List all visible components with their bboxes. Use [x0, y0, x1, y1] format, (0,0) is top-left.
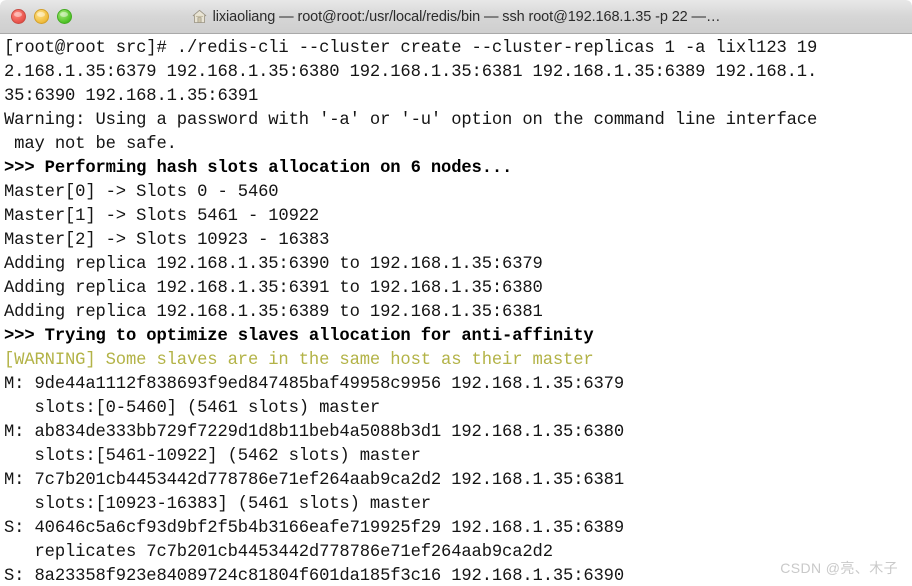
- title-bar-center: lixiaoliang — root@root:/usr/local/redis…: [0, 0, 912, 33]
- terminal-line: >>> Trying to optimize slaves allocation…: [4, 327, 594, 346]
- terminal-line: slots:[10923-16383] (5461 slots) master: [4, 495, 431, 514]
- maximize-window-button[interactable]: [57, 9, 72, 24]
- terminal-line: may not be safe.: [4, 135, 177, 154]
- terminal-line: Adding replica 192.168.1.35:6389 to 192.…: [4, 303, 543, 322]
- terminal-line: Adding replica 192.168.1.35:6390 to 192.…: [4, 255, 543, 274]
- terminal-line: slots:[0-5460] (5461 slots) master: [4, 399, 381, 418]
- terminal-line: [WARNING] Some slaves are in the same ho…: [4, 351, 594, 370]
- csdn-watermark: CSDN @亮、木子: [780, 560, 898, 576]
- terminal-window: lixiaoliang — root@root:/usr/local/redis…: [0, 0, 912, 586]
- terminal-output[interactable]: [root@root src]# ./redis-cli --cluster c…: [0, 34, 912, 586]
- terminal-line: Master[1] -> Slots 5461 - 10922: [4, 207, 320, 226]
- terminal-line: >>> Performing hash slots allocation on …: [4, 159, 513, 178]
- terminal-line: S: 8a23358f923e84089724c81804f601da185f3…: [4, 567, 625, 586]
- title-bar[interactable]: lixiaoliang — root@root:/usr/local/redis…: [0, 0, 912, 34]
- terminal-line: M: 9de44a1112f838693f9ed847485baf49958c9…: [4, 375, 625, 394]
- terminal-line: [root@root src]# ./redis-cli --cluster c…: [4, 39, 818, 58]
- terminal-line: Master[2] -> Slots 10923 - 16383: [4, 231, 330, 250]
- terminal-line: replicates 7c7b201cb4453442d778786e71ef2…: [4, 543, 553, 562]
- terminal-line: Warning: Using a password with '-a' or '…: [4, 111, 818, 130]
- traffic-light-group: [0, 9, 72, 24]
- close-window-button[interactable]: [11, 9, 26, 24]
- terminal-line: M: ab834de333bb729f7229d1d8b11beb4a5088b…: [4, 423, 625, 442]
- window-title: lixiaoliang — root@root:/usr/local/redis…: [212, 8, 721, 25]
- terminal-line: 2.168.1.35:6379 192.168.1.35:6380 192.16…: [4, 63, 818, 82]
- terminal-line: S: 40646c5a6cf93d9bf2f5b4b3166eafe719925…: [4, 519, 625, 538]
- minimize-window-button[interactable]: [34, 9, 49, 24]
- terminal-line: M: 7c7b201cb4453442d778786e71ef264aab9ca…: [4, 471, 625, 490]
- terminal-line: slots:[5461-10922] (5462 slots) master: [4, 447, 421, 466]
- home-icon: [192, 9, 207, 24]
- terminal-line: 35:6390 192.168.1.35:6391: [4, 87, 259, 106]
- terminal-line: Master[0] -> Slots 0 - 5460: [4, 183, 279, 202]
- terminal-line: Adding replica 192.168.1.35:6391 to 192.…: [4, 279, 543, 298]
